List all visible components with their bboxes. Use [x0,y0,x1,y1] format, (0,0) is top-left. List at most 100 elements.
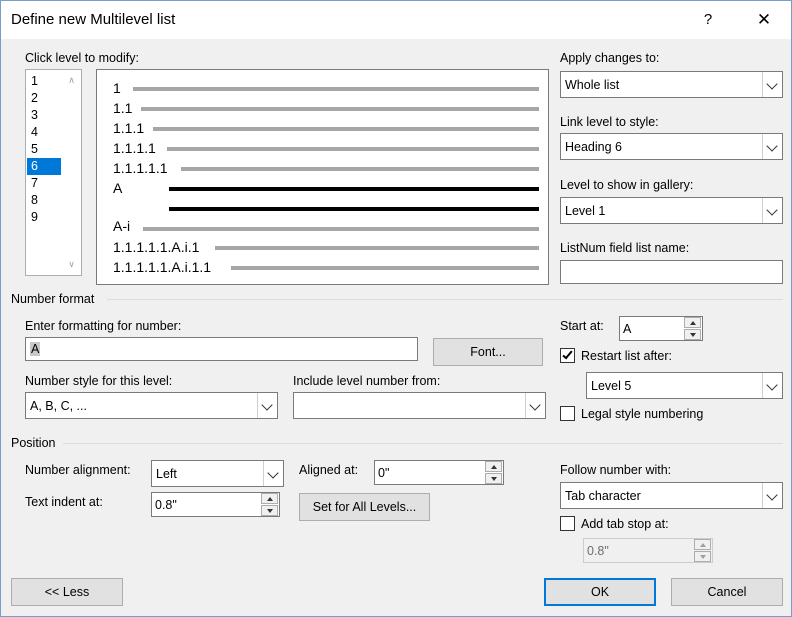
multilevel-list-dialog: Define new Multilevel list ? ✕ Click lev… [0,0,792,617]
preview-row: 1.1 [113,100,133,116]
preview-line [181,167,539,171]
level-item-8[interactable]: 8 [27,192,61,209]
legal-style-label: Legal style numbering [581,407,704,421]
spin-up-icon[interactable] [485,461,502,472]
preview-row: 1.1.1 [113,120,145,136]
number-alignment-value: Left [156,467,177,481]
add-tab-stop-checkbox[interactable] [560,516,575,531]
tab-stop-spinner[interactable]: 0.8" [583,538,713,563]
level-item-4[interactable]: 4 [27,124,61,141]
restart-list-checkbox[interactable] [560,348,575,363]
preview-line [153,127,539,131]
preview-row: 1 [113,80,121,96]
start-at-label: Start at: [560,319,604,333]
level-item-3[interactable]: 3 [27,107,61,124]
preview-line [133,87,539,91]
scroll-up-icon[interactable]: ∧ [63,75,80,86]
text-indent-value: 0.8" [155,498,177,512]
set-all-levels-button[interactable]: Set for All Levels... [299,493,430,521]
chevron-down-icon[interactable] [525,393,545,418]
number-formatting-input[interactable]: A [25,337,418,361]
preview-row: A [113,180,123,196]
group-divider [107,299,783,300]
preview-row: 1.1.1.1 [113,140,156,156]
less-button[interactable]: << Less [11,578,123,606]
title-bar: Define new Multilevel list ? ✕ [1,1,791,39]
cancel-button[interactable]: Cancel [671,578,783,606]
spin-down-icon[interactable] [694,551,711,562]
preview-row: 1.1.1.1.1.A.i.1 [113,239,200,255]
chevron-down-icon[interactable] [762,72,782,97]
chevron-down-icon[interactable] [762,134,782,159]
add-tab-stop-label: Add tab stop at: [581,517,669,531]
follow-number-select[interactable]: Tab character [560,482,783,509]
text-indent-spinner[interactable]: 0.8" [151,492,280,517]
number-style-select[interactable]: A, B, C, ... [25,392,278,419]
help-button[interactable]: ? [685,1,731,39]
checkmark-icon [562,348,573,360]
aligned-at-spinner[interactable]: 0" [374,460,504,485]
link-level-select[interactable]: Heading 6 [560,133,783,160]
listnum-input[interactable] [560,260,783,284]
level-list[interactable]: 123456789 ∧ ∨ [25,69,82,276]
legal-style-checkbox[interactable] [560,406,575,421]
follow-number-value: Tab character [565,489,641,503]
tab-stop-value: 0.8" [587,544,609,558]
group-divider [63,443,783,444]
chevron-down-icon[interactable] [257,393,277,418]
preview-row: 1.1.1.1.1.A.i.1.1 [113,259,212,275]
number-style-label: Number style for this level: [25,374,173,388]
aligned-at-value: 0" [378,466,390,480]
follow-number-label: Follow number with: [560,463,672,477]
spin-up-icon[interactable] [261,493,278,504]
preview-line-current [169,207,539,211]
level-item-7[interactable]: 7 [27,175,61,192]
link-level-value: Heading 6 [565,140,622,154]
start-at-value: A [623,322,632,336]
restart-after-select[interactable]: Level 5 [586,372,783,399]
aligned-at-label: Aligned at: [299,463,359,477]
chevron-down-icon[interactable] [263,461,283,486]
include-level-select[interactable] [293,392,546,419]
restart-after-value: Level 5 [591,379,632,393]
spin-down-icon[interactable] [684,329,701,340]
level-item-5[interactable]: 5 [27,141,61,158]
spin-up-icon[interactable] [694,539,711,550]
number-alignment-select[interactable]: Left [151,460,284,487]
level-list-scrollbar[interactable]: ∧ ∨ [63,71,80,274]
text-indent-label: Text indent at: [25,495,103,509]
preview-line [231,266,539,270]
number-format-group-label: Number format [11,292,95,306]
link-level-label: Link level to style: [560,115,659,129]
level-item-6[interactable]: 6 [27,158,61,175]
chevron-down-icon[interactable] [762,483,782,508]
font-button[interactable]: Font... [433,338,543,366]
include-level-label: Include level number from: [293,374,441,388]
spin-down-icon[interactable] [485,473,502,484]
gallery-level-value: Level 1 [565,204,606,218]
level-item-2[interactable]: 2 [27,90,61,107]
preview-line-current [169,187,539,191]
chevron-down-icon[interactable] [762,198,782,223]
scroll-down-icon[interactable]: ∨ [63,259,80,270]
ok-button[interactable]: OK [544,578,656,606]
level-item-9[interactable]: 9 [27,209,61,226]
gallery-level-label: Level to show in gallery: [560,178,694,192]
number-style-value: A, B, C, ... [30,399,87,413]
start-at-spinner[interactable]: A [619,316,703,341]
chevron-down-icon[interactable] [762,373,782,398]
spin-up-icon[interactable] [684,317,701,328]
level-list-label: Click level to modify: [25,51,139,65]
gallery-level-select[interactable]: Level 1 [560,197,783,224]
preview-line [143,227,539,231]
apply-changes-value: Whole list [565,78,620,92]
level-item-1[interactable]: 1 [27,73,61,90]
preview-line [215,246,539,250]
preview-line [167,147,539,151]
number-alignment-label: Number alignment: [25,463,131,477]
preview-row: A-i [113,218,131,234]
apply-changes-select[interactable]: Whole list [560,71,783,98]
dialog-title: Define new Multilevel list [11,11,176,28]
spin-down-icon[interactable] [261,505,278,516]
close-button[interactable]: ✕ [739,1,789,39]
